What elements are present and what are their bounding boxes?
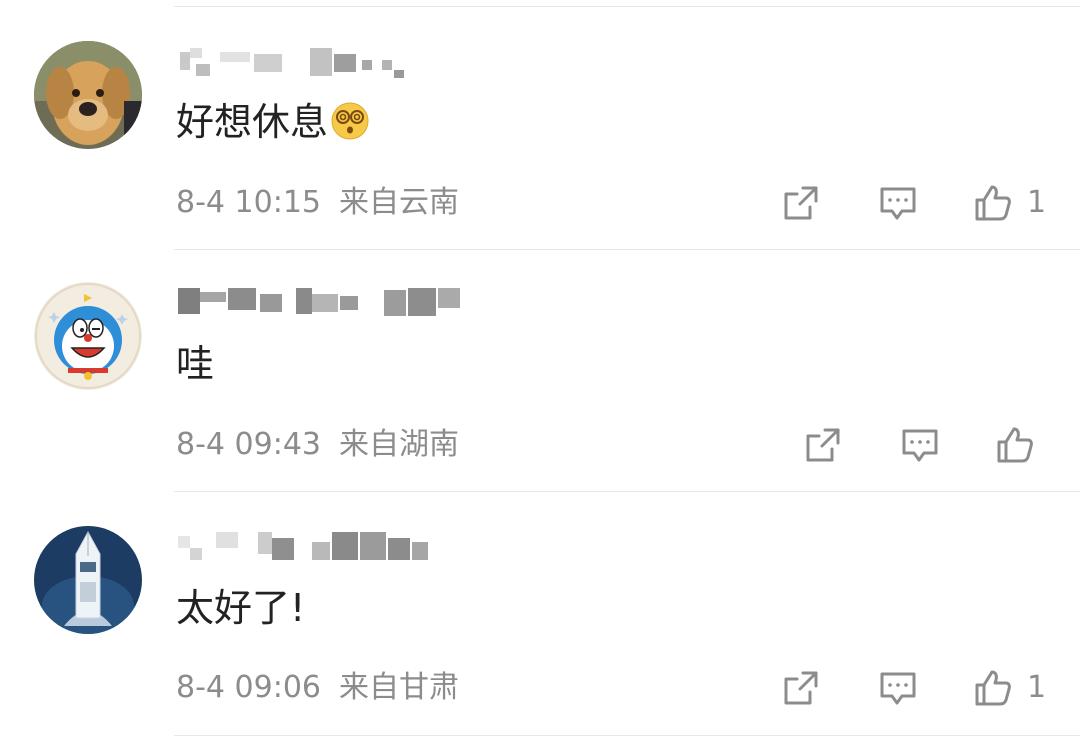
comment-text: 好想休息 [176,98,370,152]
comment-location: 来自湖南 [339,427,459,462]
comment-item: 哇 8-4 09:43 来自湖南 [0,250,1080,492]
top-divider [174,6,1080,7]
comment-icon [880,187,916,220]
comment-meta: 8-4 10:15 来自云南 [176,183,459,223]
comment-date: 8-4 09:06 [176,670,321,705]
thumbs-up-icon [997,427,1033,463]
comment-meta: 8-4 09:43 来自湖南 [176,425,459,465]
avatar[interactable] [34,526,142,634]
comment-button[interactable] [877,183,919,223]
comment-text: 太好了! [176,586,306,630]
like-button[interactable]: 1 [973,668,1046,708]
comment-meta: 8-4 09:06 来自甘肃 [176,668,459,708]
comment-button[interactable] [877,668,919,708]
share-icon [806,428,840,462]
share-button[interactable] [781,183,821,223]
like-count: 1 [1027,670,1047,705]
comment-location: 来自云南 [339,185,459,220]
like-button[interactable] [995,425,1049,465]
like-count: 1 [1027,185,1047,220]
comment-button[interactable] [899,425,941,465]
like-button[interactable]: 1 [973,183,1046,223]
thumbs-up-icon [975,670,1011,706]
comment-text: 哇 [176,342,215,386]
share-button[interactable] [781,668,821,708]
avatar[interactable] [34,41,142,149]
comment-item: 好想休息 8-4 10:15 来自云南 1 [0,8,1080,250]
comment-icon [902,429,938,462]
share-icon [784,186,818,220]
share-icon [784,671,818,705]
username[interactable] [176,44,406,80]
bottom-divider [174,735,1080,736]
share-button[interactable] [803,425,843,465]
thumbs-up-icon [975,185,1011,221]
comment-item: 太好了! 8-4 09:06 来自甘肃 1 [0,492,1080,734]
comment-icon [880,672,916,705]
comment-date: 8-4 10:15 [176,185,321,220]
dizzy-face-icon [330,101,370,152]
avatar[interactable] [34,282,142,390]
username[interactable] [176,284,466,320]
comment-date: 8-4 09:43 [176,427,321,462]
comment-location: 来自甘肃 [339,670,459,705]
username[interactable] [176,528,436,564]
